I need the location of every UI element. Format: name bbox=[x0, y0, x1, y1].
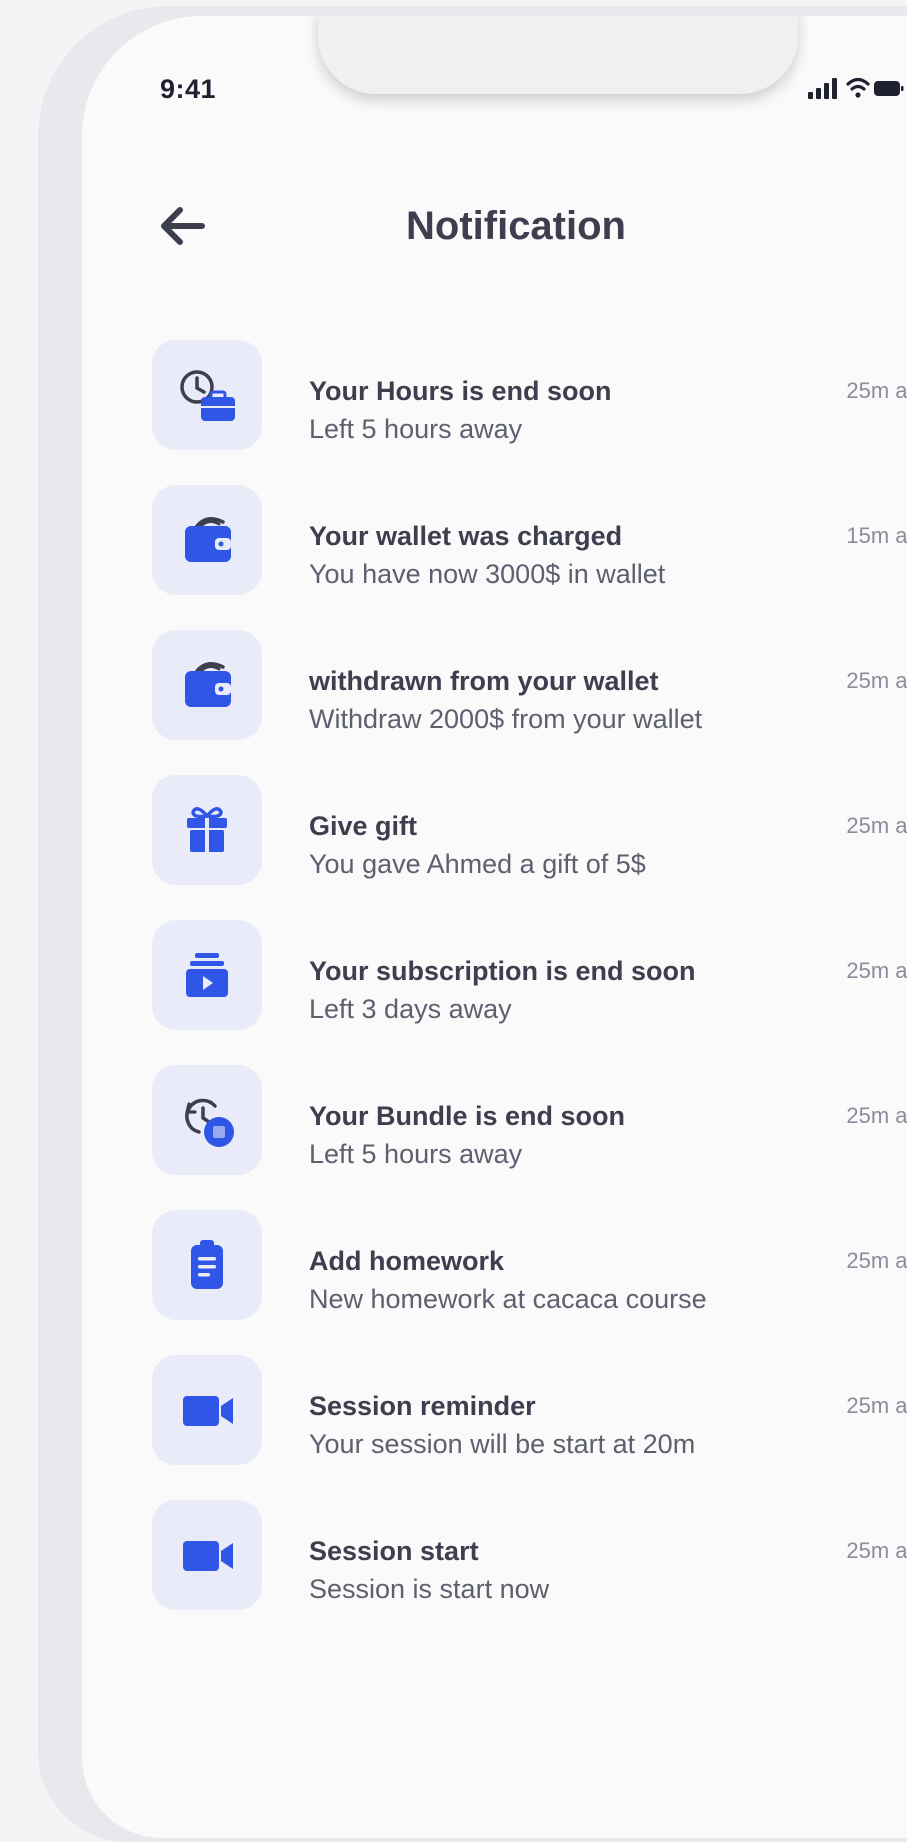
notification-subtitle: You have now 3000$ in wallet bbox=[309, 559, 666, 589]
phone-notch bbox=[318, 16, 798, 94]
notification-list: Your Hours is end soon Left 5 hours away… bbox=[152, 340, 907, 1645]
notification-title: Session start bbox=[309, 1536, 479, 1566]
notification-subtitle: Withdraw 2000$ from your wallet bbox=[309, 704, 703, 734]
wallet-icon bbox=[185, 662, 231, 707]
clock-briefcase-icon bbox=[180, 370, 235, 421]
notification-item[interactable]: Session start Session is start now 25m a… bbox=[152, 1500, 907, 1610]
notification-time: 25m ago bbox=[846, 1103, 907, 1128]
phone-frame: 9:41 Notification Your Hours is end soon… bbox=[38, 6, 907, 1842]
notification-time: 25m ago bbox=[846, 668, 907, 693]
notification-title: withdrawn from your wallet bbox=[309, 666, 659, 696]
notification-icon-tile bbox=[152, 1355, 262, 1465]
phone-screen: 9:41 Notification Your Hours is end soon… bbox=[82, 16, 907, 1838]
notification-time: 25m ago bbox=[846, 1538, 907, 1563]
notification-icon-tile bbox=[152, 1065, 262, 1175]
video-camera-icon bbox=[183, 1396, 233, 1426]
notification-item[interactable]: Your Bundle is end soon Left 5 hours awa… bbox=[152, 1065, 907, 1175]
notification-time: 15m ago bbox=[846, 523, 907, 548]
video-camera-icon bbox=[183, 1541, 233, 1571]
notification-subtitle: Left 5 hours away bbox=[309, 1139, 523, 1169]
clipboard-icon bbox=[191, 1240, 223, 1289]
notification-title: Your wallet was charged bbox=[309, 521, 623, 551]
status-bar-icons bbox=[764, 74, 904, 104]
notification-time: 25m ago bbox=[846, 958, 907, 983]
notification-icon-tile bbox=[152, 1210, 262, 1320]
notification-icon-tile bbox=[152, 775, 262, 885]
wifi-icon bbox=[846, 77, 870, 98]
page-title: Notification bbox=[406, 204, 626, 248]
signal-icon bbox=[808, 78, 837, 99]
notification-time: 25m ago bbox=[846, 378, 907, 403]
notification-subtitle: Left 5 hours away bbox=[309, 414, 523, 444]
notification-subtitle: You gave Ahmed a gift of 5$ bbox=[309, 849, 646, 879]
notification-title: Your subscription is end soon bbox=[309, 956, 696, 986]
notification-item[interactable]: withdrawn from your wallet Withdraw 2000… bbox=[152, 630, 907, 740]
notification-time: 25m ago bbox=[846, 813, 907, 838]
bundle-timer-icon bbox=[185, 1098, 234, 1147]
gift-icon bbox=[187, 807, 227, 852]
notification-item[interactable]: Session reminder Your session will be st… bbox=[152, 1355, 907, 1465]
subscription-icon bbox=[186, 953, 228, 997]
notification-time: 25m ago bbox=[846, 1393, 907, 1418]
notification-icon-tile bbox=[152, 630, 262, 740]
notification-title: Your Hours is end soon bbox=[309, 376, 612, 406]
status-bar-time: 9:41 bbox=[160, 74, 217, 104]
notification-time: 25m ago bbox=[846, 1248, 907, 1273]
notification-item[interactable]: Your subscription is end soon Left 3 day… bbox=[152, 920, 907, 1030]
notification-title: Your Bundle is end soon bbox=[309, 1101, 626, 1131]
notification-icon-tile bbox=[152, 340, 262, 450]
notification-item[interactable]: Your Hours is end soon Left 5 hours away… bbox=[152, 340, 907, 450]
notification-item[interactable]: Your wallet was charged You have now 300… bbox=[152, 485, 907, 595]
notification-title: Give gift bbox=[309, 811, 418, 841]
wallet-icon bbox=[185, 517, 231, 562]
notification-subtitle: New homework at cacaca course bbox=[309, 1284, 707, 1314]
notification-icon-tile bbox=[152, 920, 262, 1030]
notification-subtitle: Session is start now bbox=[309, 1574, 550, 1604]
notification-subtitle: Your session will be start at 20m bbox=[309, 1429, 696, 1459]
notification-title: Add homework bbox=[309, 1246, 505, 1276]
notification-subtitle: Left 3 days away bbox=[309, 994, 512, 1024]
notification-item[interactable]: Give gift You gave Ahmed a gift of 5$ 25… bbox=[152, 775, 907, 885]
notification-title: Session reminder bbox=[309, 1391, 536, 1421]
notification-item[interactable]: Add homework New homework at cacaca cour… bbox=[152, 1210, 907, 1320]
battery-icon bbox=[874, 81, 904, 96]
notification-icon-tile bbox=[152, 485, 262, 595]
notification-icon-tile bbox=[152, 1500, 262, 1610]
